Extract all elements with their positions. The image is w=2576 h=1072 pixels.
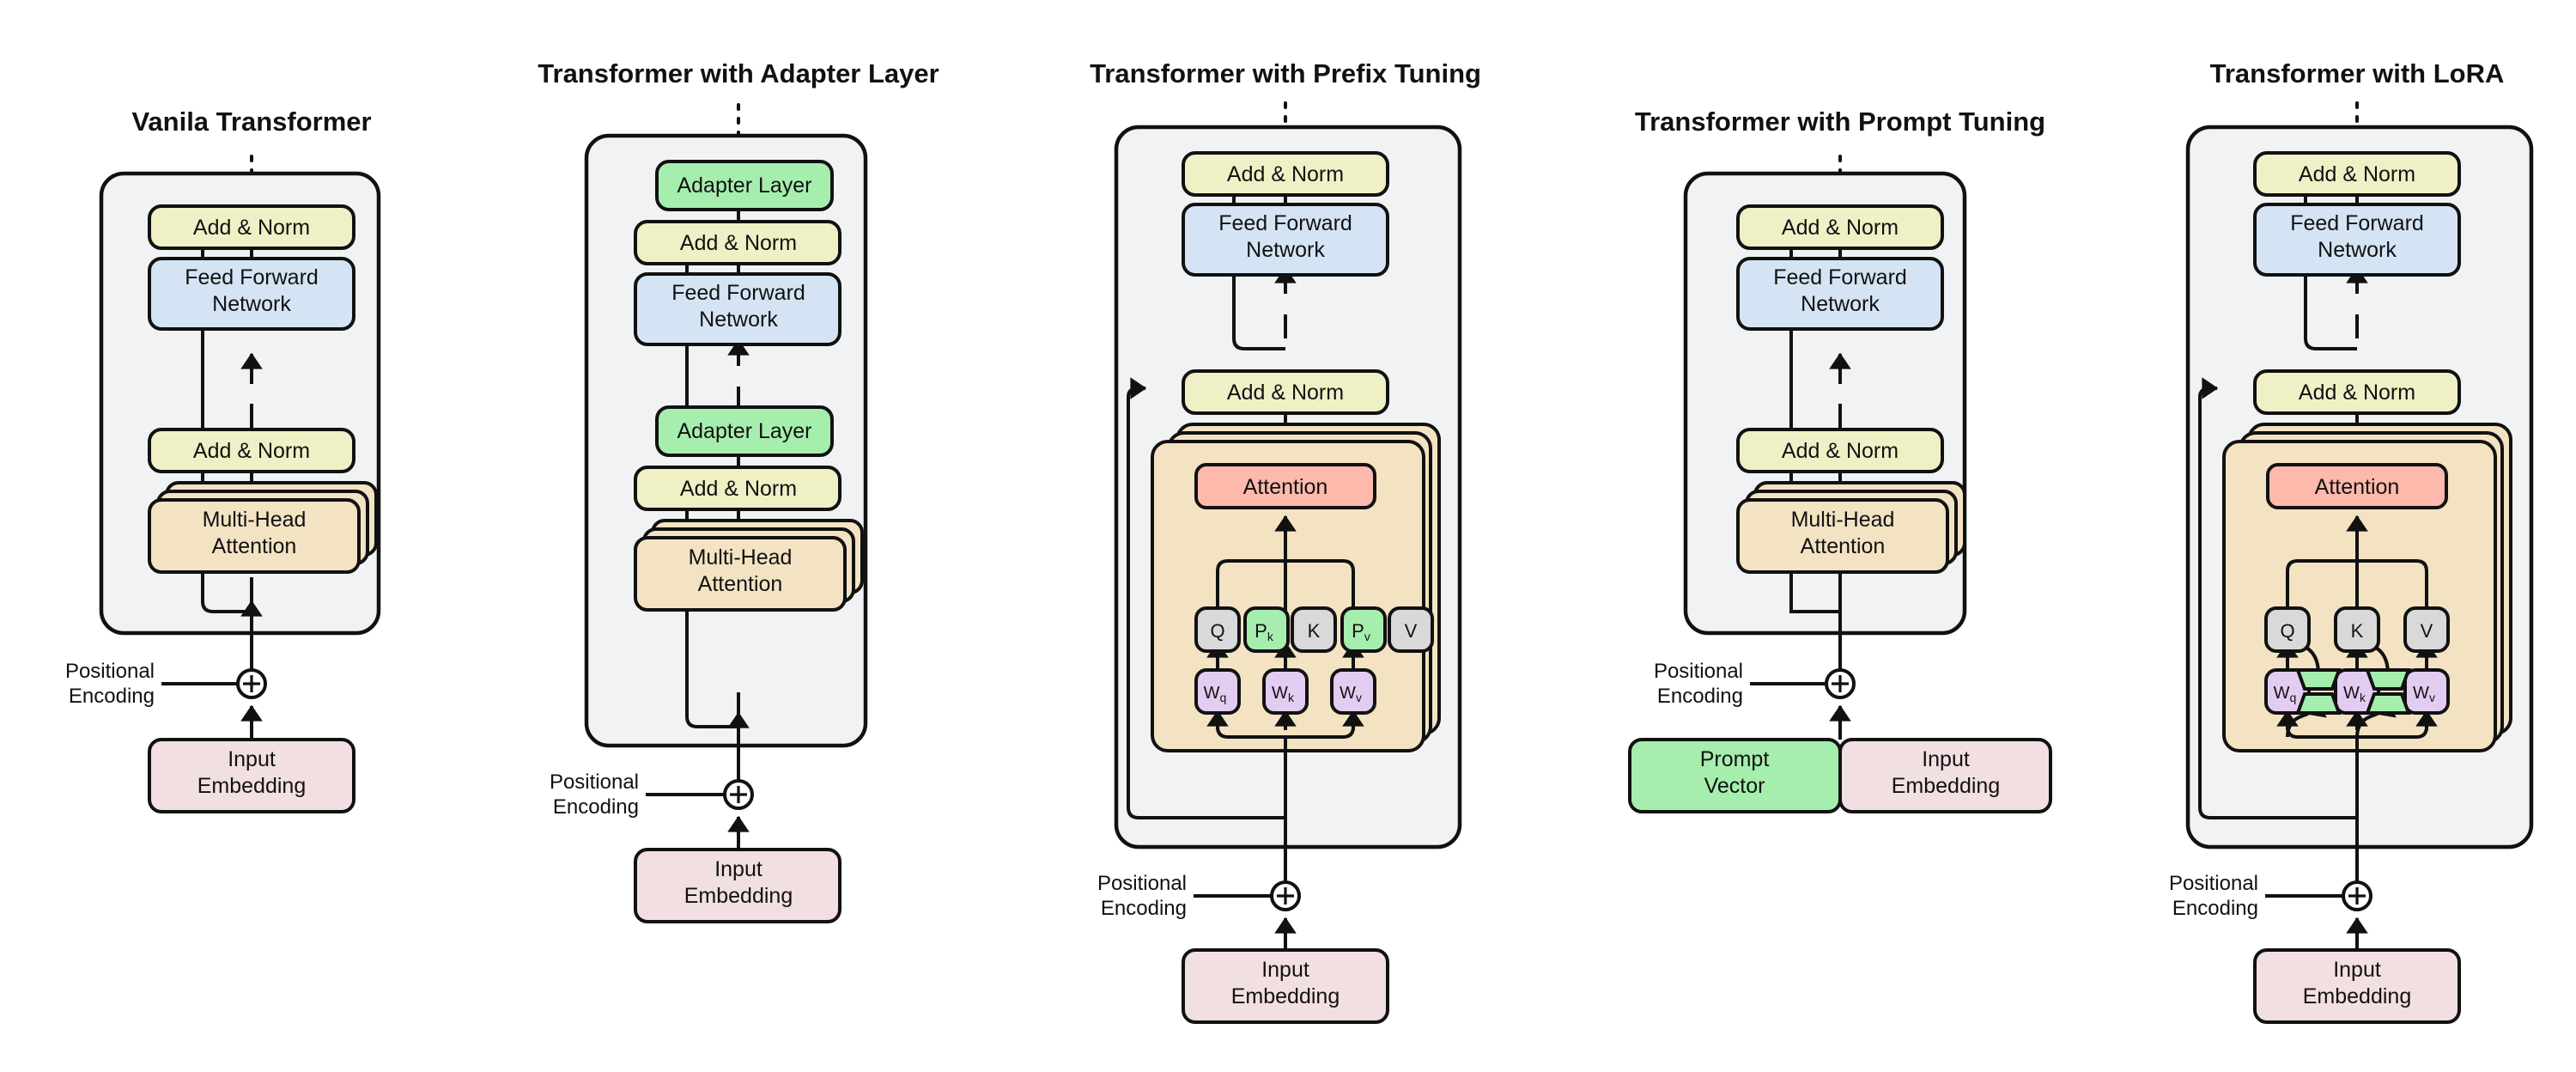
input-embedding-line1: Input — [714, 857, 762, 881]
add-norm-top-label: Add & Norm — [2299, 162, 2415, 186]
panel-title-prompt: Transformer with Prompt Tuning — [1635, 107, 2045, 137]
mha-label-line2: Attention — [212, 534, 297, 558]
ffn-label-line2: Network — [1246, 238, 1325, 262]
q-label: Q — [2280, 620, 2294, 642]
adapter-layer-top-label: Adapter Layer — [677, 174, 811, 198]
attention-core-label: Attention — [1243, 475, 1328, 499]
input-embedding-line1: Input — [1922, 747, 1970, 771]
input-embedding-line1: Input — [1261, 958, 1309, 982]
ffn-label-line2: Network — [212, 292, 291, 316]
panel-title-lora: Transformer with LoRA — [2210, 58, 2505, 88]
input-embedding-line1: Input — [228, 747, 276, 771]
positional-encoding-line2: Encoding — [69, 685, 155, 708]
k-label: K — [1308, 620, 1321, 642]
q-label: Q — [1210, 620, 1224, 642]
adapter-layer-bottom-label: Adapter Layer — [677, 419, 811, 443]
positional-encoding-line2: Encoding — [553, 795, 639, 819]
add-norm-top-label: Add & Norm — [193, 216, 310, 240]
input-embedding-line1: Input — [2333, 958, 2381, 982]
ffn-label-line1: Feed Forward — [1773, 265, 1907, 289]
positional-encoding-line2: Encoding — [2172, 897, 2258, 920]
ffn-label-line2: Network — [2318, 238, 2397, 262]
mha-label-line2: Attention — [1801, 534, 1886, 558]
mha-label-line1: Multi-Head — [203, 508, 307, 532]
positional-encoding-line1: Positional — [1654, 660, 1743, 683]
input-embedding-line2: Embedding — [1231, 984, 1340, 1008]
positional-encoding-line2: Encoding — [1657, 685, 1743, 708]
add-norm-top-label: Add & Norm — [1782, 216, 1899, 240]
add-norm-bottom-label: Add & Norm — [1782, 439, 1899, 463]
transformer-variants-figure: Vanila Transformer Add & Norm Feed Forwa… — [0, 0, 2576, 1072]
prompt-vector-line2: Vector — [1704, 774, 1765, 798]
add-norm-top-label: Add & Norm — [1227, 162, 1344, 186]
v-label: V — [2421, 620, 2433, 642]
mha-label-line1: Multi-Head — [689, 545, 793, 570]
mha-label-line2: Attention — [698, 572, 783, 596]
ffn-label-line2: Network — [1801, 292, 1880, 316]
add-norm-bottom-label: Add & Norm — [2299, 381, 2415, 405]
ffn-label-line1: Feed Forward — [2290, 211, 2424, 235]
add-norm-top-label: Add & Norm — [680, 231, 797, 255]
add-norm-bottom-label: Add & Norm — [1227, 381, 1344, 405]
positional-encoding-line2: Encoding — [1101, 897, 1187, 920]
panel-title-prefix: Transformer with Prefix Tuning — [1090, 58, 1481, 88]
k-label: K — [2351, 620, 2364, 642]
mha-label-line1: Multi-Head — [1791, 508, 1895, 532]
v-label: V — [1405, 620, 1418, 642]
positional-encoding-line1: Positional — [550, 770, 639, 794]
ffn-label-line1: Feed Forward — [1218, 211, 1352, 235]
positional-encoding-line1: Positional — [1097, 872, 1187, 895]
ffn-label-line1: Feed Forward — [671, 281, 805, 305]
diagram-canvas: Vanila Transformer Add & Norm Feed Forwa… — [0, 0, 2576, 1072]
add-norm-bottom-label: Add & Norm — [193, 439, 310, 463]
input-embedding-line2: Embedding — [684, 884, 793, 908]
add-norm-bottom-label: Add & Norm — [680, 477, 797, 501]
ffn-label-line1: Feed Forward — [185, 265, 319, 289]
input-embedding-line2: Embedding — [2303, 984, 2411, 1008]
input-embedding-line2: Embedding — [197, 774, 306, 798]
ffn-label-line2: Network — [699, 308, 778, 332]
panel-title-adapter: Transformer with Adapter Layer — [538, 58, 939, 88]
panel-title-vanilla: Vanila Transformer — [131, 107, 371, 137]
positional-encoding-line1: Positional — [2169, 872, 2258, 895]
positional-encoding-line1: Positional — [65, 660, 155, 683]
prompt-vector-line1: Prompt — [1700, 747, 1770, 771]
attention-core-label: Attention — [2315, 475, 2400, 499]
input-embedding-line2: Embedding — [1892, 774, 2000, 798]
